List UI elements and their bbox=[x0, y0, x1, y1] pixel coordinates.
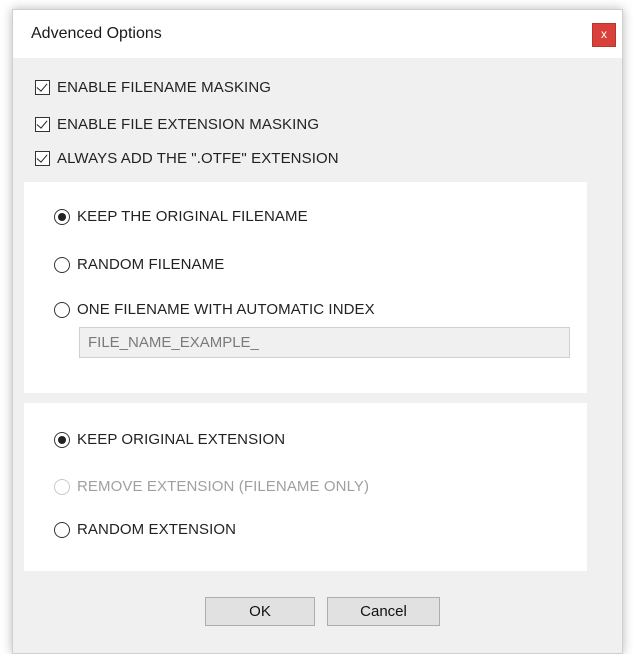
checkbox-enable-filename-masking[interactable]: ENABLE FILENAME MASKING bbox=[35, 79, 271, 96]
radio-label: KEEP THE ORIGINAL FILENAME bbox=[77, 208, 308, 225]
radio-label: REMOVE EXTENSION (FILENAME ONLY) bbox=[77, 478, 370, 495]
checkbox-label: ENABLE FILE EXTENSION MASKING bbox=[57, 116, 320, 133]
radio-label: KEEP ORIGINAL EXTENSION bbox=[77, 431, 286, 448]
checkbox-enable-file-extension-masking[interactable]: ENABLE FILE EXTENSION MASKING bbox=[35, 116, 319, 133]
radio-unselected-icon[interactable] bbox=[54, 301, 70, 318]
checkbox-checked-icon[interactable] bbox=[35, 117, 50, 132]
checkbox-label: ALWAYS ADD THE ".OTFE" EXTENSION bbox=[57, 150, 339, 167]
radio-random-extension[interactable]: RANDOM EXTENSION bbox=[54, 521, 236, 538]
radio-label: RANDOM FILENAME bbox=[77, 256, 225, 273]
radio-unselected-icon[interactable] bbox=[54, 521, 70, 538]
radio-keep-original-filename[interactable]: KEEP THE ORIGINAL FILENAME bbox=[54, 208, 308, 225]
checkbox-label: ENABLE FILENAME MASKING bbox=[57, 79, 272, 96]
radio-one-filename-automatic-index[interactable]: ONE FILENAME WITH AUTOMATIC INDEX bbox=[54, 301, 375, 318]
radio-selected-icon[interactable] bbox=[54, 431, 70, 448]
radio-keep-original-extension[interactable]: KEEP ORIGINAL EXTENSION bbox=[54, 431, 285, 448]
radio-remove-extension: REMOVE EXTENSION (FILENAME ONLY) bbox=[54, 478, 369, 495]
radio-label: ONE FILENAME WITH AUTOMATIC INDEX bbox=[77, 301, 375, 318]
checkbox-checked-icon[interactable] bbox=[35, 151, 50, 166]
dialog-title: Advenced Options bbox=[31, 25, 162, 42]
radio-random-filename[interactable]: RANDOM FILENAME bbox=[54, 256, 224, 273]
checkbox-checked-icon[interactable] bbox=[35, 80, 50, 95]
radio-label: RANDOM EXTENSION bbox=[77, 521, 237, 538]
ok-button[interactable]: OK bbox=[205, 597, 315, 626]
radio-selected-icon[interactable] bbox=[54, 208, 70, 225]
close-button[interactable]: x bbox=[592, 23, 616, 47]
radio-unselected-icon[interactable] bbox=[54, 256, 70, 273]
radio-disabled-icon bbox=[54, 478, 70, 495]
title-bar: Advenced Options x bbox=[13, 10, 622, 58]
filename-example-input[interactable] bbox=[79, 327, 570, 358]
cancel-button[interactable]: Cancel bbox=[327, 597, 440, 626]
checkbox-always-add-otfe-extension[interactable]: ALWAYS ADD THE ".OTFE" EXTENSION bbox=[35, 150, 339, 167]
